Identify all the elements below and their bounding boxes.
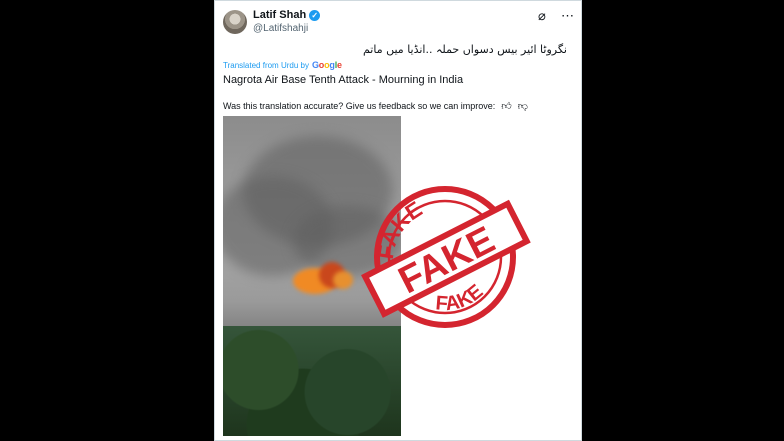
feedback-prompt: Was this translation accurate? Give us f… [223, 101, 496, 111]
display-name[interactable]: Latif Shah ✓ [253, 9, 321, 21]
user-handle[interactable]: @Latifshahji [253, 23, 308, 34]
translation-attribution: Translated from Urdu by Google [223, 60, 342, 70]
google-logo: Google [311, 60, 342, 70]
fake-stamp: FAKE FAKE FAKE [361, 186, 531, 328]
grok-icon[interactable]: ⌀ [538, 9, 546, 22]
thumbs-up-icon[interactable]: 👍︎ [501, 100, 511, 112]
translation-feedback: Was this translation accurate? Give us f… [223, 100, 528, 112]
display-name-text[interactable]: Latif Shah [253, 9, 306, 21]
tweet-original-text: نگروٹا ائیر بیس دسواں حملہ ..انڈیا میں م… [362, 43, 567, 56]
verified-badge-icon: ✓ [309, 9, 321, 21]
tweet-translation: Nagrota Air Base Tenth Attack - Mourning… [223, 74, 464, 86]
more-options-icon[interactable]: ⋯ [561, 9, 574, 22]
avatar[interactable] [223, 10, 247, 34]
thumbs-down-icon[interactable]: 👎︎ [518, 100, 528, 112]
translated-from-link[interactable]: Translated from Urdu by [223, 61, 309, 70]
trees [223, 326, 401, 436]
